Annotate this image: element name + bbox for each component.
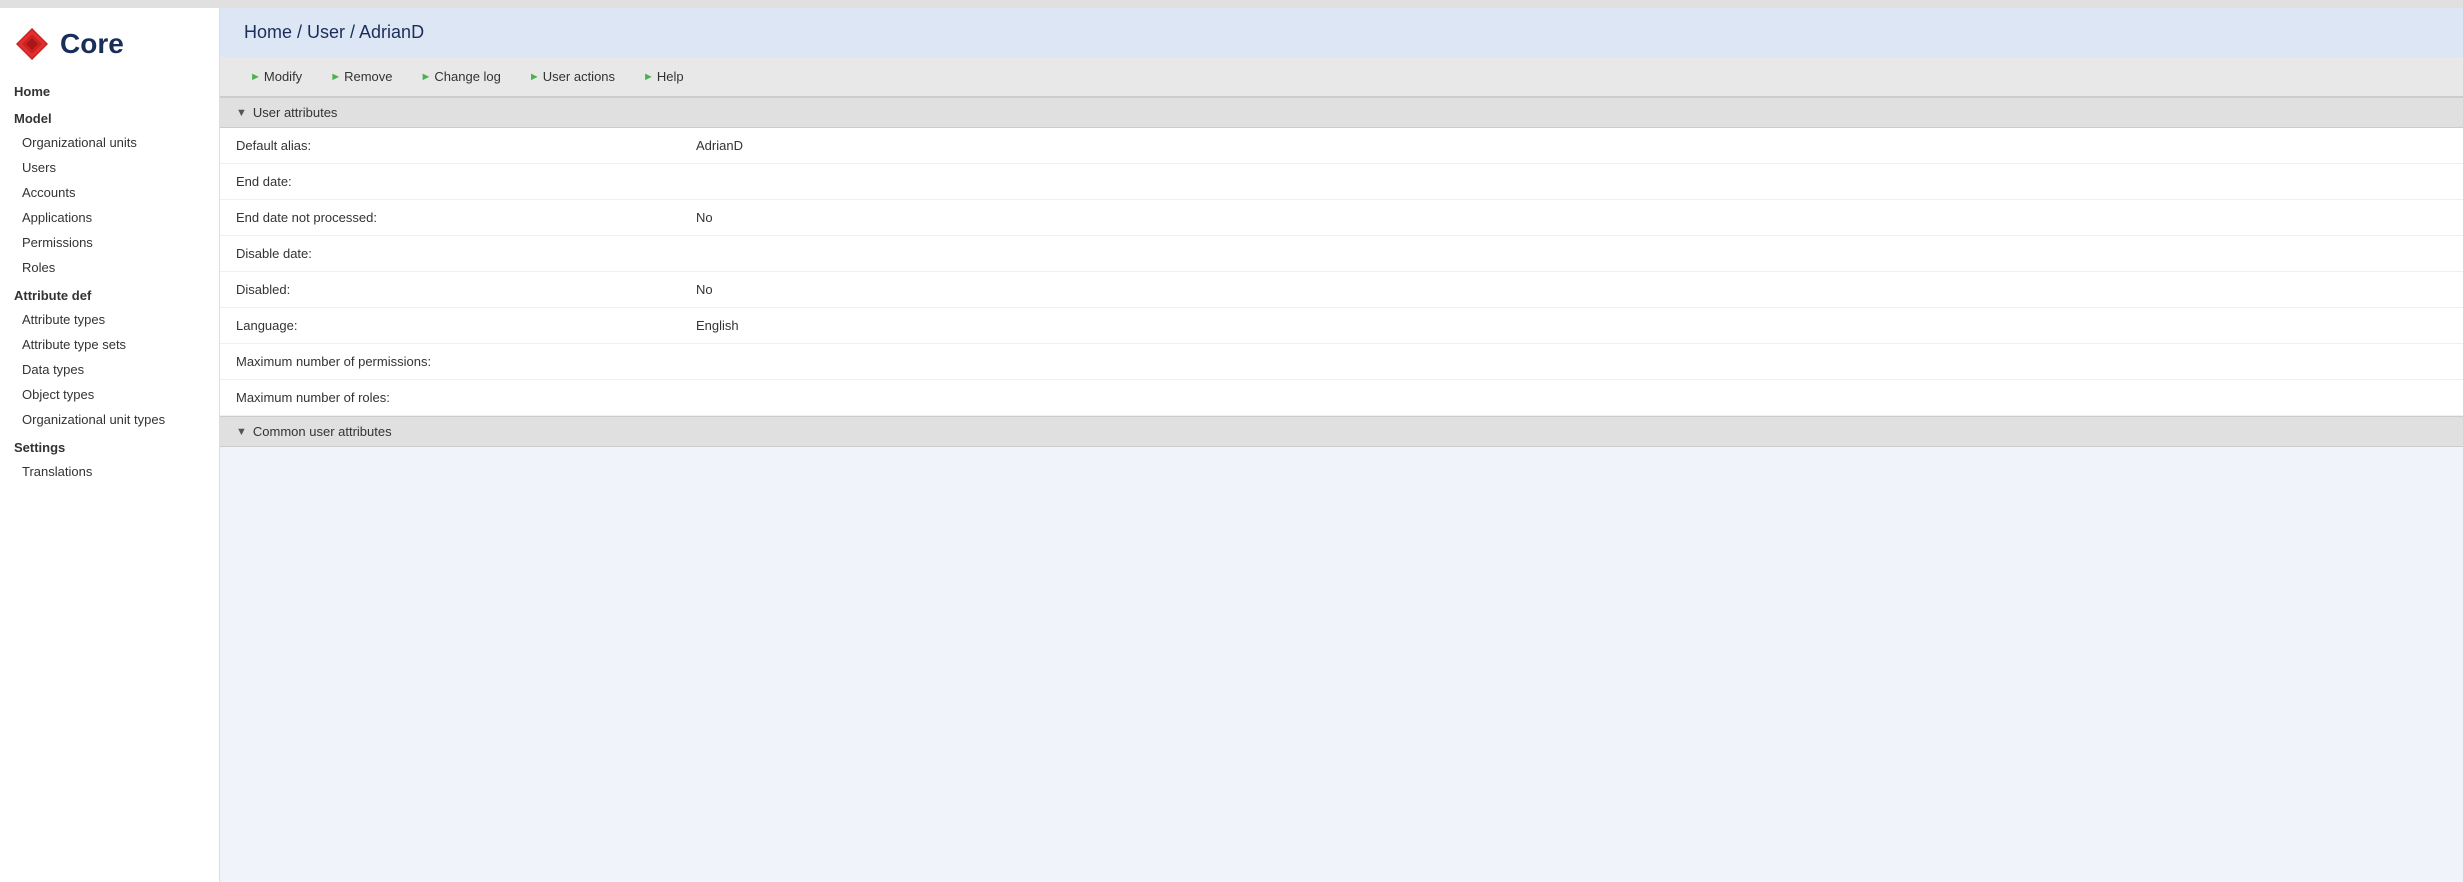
field-value-default-alias: AdrianD — [680, 128, 2463, 164]
modify-label: Modify — [264, 69, 302, 84]
sidebar-item-object-types[interactable]: Object types — [0, 382, 219, 407]
help-arrow-icon: ► — [643, 71, 654, 83]
sidebar-logo: Core — [0, 8, 219, 76]
field-value-end-date — [680, 164, 2463, 200]
sidebar-item-permissions[interactable]: Permissions — [0, 230, 219, 255]
modify-button[interactable]: ► Modify — [236, 65, 316, 88]
table-row: Disabled: No — [220, 272, 2463, 308]
sidebar-item-accounts[interactable]: Accounts — [0, 180, 219, 205]
change-log-button[interactable]: ► Change log — [407, 65, 515, 88]
app-title: Core — [60, 28, 124, 60]
table-row: End date not processed: No — [220, 200, 2463, 236]
sidebar-item-translations[interactable]: Translations — [0, 459, 219, 484]
sidebar-section-model: Model Organizational units Users Account… — [0, 103, 219, 280]
table-row: Maximum number of roles: — [220, 380, 2463, 416]
content-area: ▼ User attributes Default alias: AdrianD… — [220, 97, 2463, 882]
sidebar-item-attribute-type-sets[interactable]: Attribute type sets — [0, 332, 219, 357]
change-log-arrow-icon: ► — [421, 71, 432, 83]
sidebar-item-organizational-units[interactable]: Organizational units — [0, 130, 219, 155]
help-button[interactable]: ► Help — [629, 65, 698, 88]
sidebar: Core Home Model Organizational units Use… — [0, 8, 220, 882]
sidebar-attribute-def-header: Attribute def — [0, 280, 219, 307]
field-label-language: Language: — [220, 308, 680, 344]
action-bar: ► Modify ► Remove ► Change log ► User ac… — [220, 57, 2463, 97]
field-label-disable-date: Disable date: — [220, 236, 680, 272]
sidebar-item-users[interactable]: Users — [0, 155, 219, 180]
common-user-attributes-title: Common user attributes — [253, 424, 392, 439]
main-content: Home / User / AdrianD ► Modify ► Remove … — [220, 8, 2463, 882]
change-log-label: Change log — [434, 69, 501, 84]
user-attributes-title: User attributes — [253, 105, 338, 120]
user-actions-label: User actions — [543, 69, 615, 84]
table-row: Language: English — [220, 308, 2463, 344]
sidebar-home[interactable]: Home — [0, 76, 219, 103]
sidebar-item-applications[interactable]: Applications — [0, 205, 219, 230]
field-label-disabled: Disabled: — [220, 272, 680, 308]
user-attributes-table: Default alias: AdrianD End date: End dat… — [220, 128, 2463, 416]
common-user-attributes-header: ▼ Common user attributes — [220, 416, 2463, 447]
app-logo-icon — [14, 26, 50, 62]
sidebar-item-data-types[interactable]: Data types — [0, 357, 219, 382]
field-value-end-date-not-processed: No — [680, 200, 2463, 236]
sidebar-model-header: Model — [0, 103, 219, 130]
sidebar-item-roles[interactable]: Roles — [0, 255, 219, 280]
field-label-end-date-not-processed: End date not processed: — [220, 200, 680, 236]
breadcrumb: Home / User / AdrianD — [220, 8, 2463, 57]
remove-label: Remove — [344, 69, 392, 84]
table-row: End date: — [220, 164, 2463, 200]
help-label: Help — [657, 69, 684, 84]
remove-arrow-icon: ► — [330, 71, 341, 83]
field-value-disabled: No — [680, 272, 2463, 308]
sidebar-section-settings: Settings Translations — [0, 432, 219, 484]
sidebar-item-organizational-unit-types[interactable]: Organizational unit types — [0, 407, 219, 432]
common-user-attributes-collapse-icon[interactable]: ▼ — [236, 426, 247, 438]
sidebar-item-attribute-types[interactable]: Attribute types — [0, 307, 219, 332]
modify-arrow-icon: ► — [250, 71, 261, 83]
field-value-language: English — [680, 308, 2463, 344]
field-label-default-alias: Default alias: — [220, 128, 680, 164]
table-row: Default alias: AdrianD — [220, 128, 2463, 164]
user-actions-arrow-icon: ► — [529, 71, 540, 83]
user-actions-button[interactable]: ► User actions — [515, 65, 629, 88]
field-value-max-roles — [680, 380, 2463, 416]
top-bar — [0, 0, 2463, 8]
user-attributes-collapse-icon[interactable]: ▼ — [236, 107, 247, 119]
user-attributes-header: ▼ User attributes — [220, 97, 2463, 128]
field-value-disable-date — [680, 236, 2463, 272]
sidebar-settings-header: Settings — [0, 432, 219, 459]
field-label-max-permissions: Maximum number of permissions: — [220, 344, 680, 380]
field-value-max-permissions — [680, 344, 2463, 380]
table-row: Disable date: — [220, 236, 2463, 272]
table-row: Maximum number of permissions: — [220, 344, 2463, 380]
field-label-end-date: End date: — [220, 164, 680, 200]
remove-button[interactable]: ► Remove — [316, 65, 406, 88]
field-label-max-roles: Maximum number of roles: — [220, 380, 680, 416]
sidebar-section-attribute-def: Attribute def Attribute types Attribute … — [0, 280, 219, 432]
